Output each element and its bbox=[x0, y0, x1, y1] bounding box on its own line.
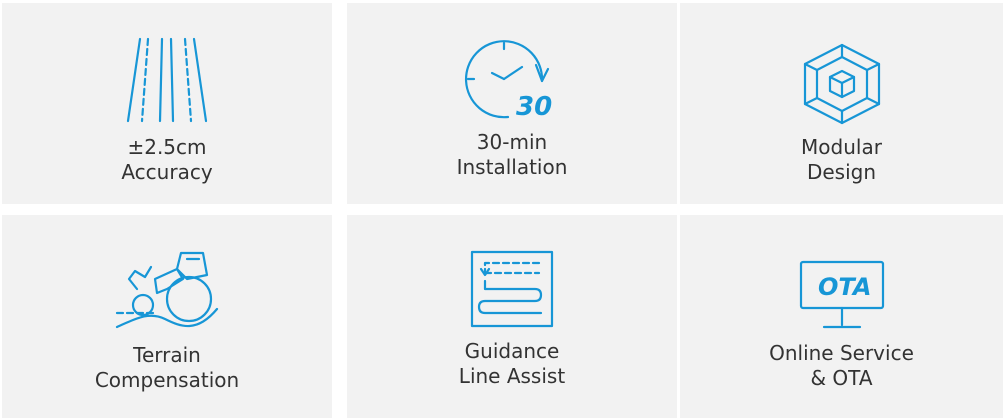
feature-label: Online Service & OTA bbox=[769, 341, 914, 390]
feature-label: ±2.5cm Accuracy bbox=[121, 135, 213, 184]
feature-card-guidance-line-assist: Guidance Line Assist bbox=[347, 215, 677, 418]
feature-card-terrain-compensation: Terrain Compensation bbox=[2, 215, 332, 418]
modular-cube-icon bbox=[801, 43, 883, 125]
feature-card-accuracy: ±2.5cm Accuracy bbox=[2, 3, 332, 204]
feature-grid: ±2.5cm Accuracy 30 30-min Installation M… bbox=[0, 0, 1003, 418]
feature-card-installation: 30 30-min Installation bbox=[347, 3, 677, 204]
ota-text: OTA bbox=[818, 273, 871, 301]
feature-card-online-service-ota: OTA Online Service & OTA bbox=[680, 215, 1003, 418]
tractor-slope-icon bbox=[115, 249, 219, 335]
timer-number: 30 bbox=[516, 92, 552, 122]
guidance-path-icon bbox=[469, 249, 555, 329]
feature-label: Modular Design bbox=[801, 135, 882, 184]
feature-label: Terrain Compensation bbox=[94, 343, 240, 392]
feature-label: Guidance Line Assist bbox=[458, 339, 566, 388]
lane-lines-icon bbox=[122, 37, 212, 123]
feature-card-modular-design: Modular Design bbox=[680, 3, 1003, 204]
ota-monitor-icon: OTA bbox=[798, 259, 886, 335]
feature-label: 30-min Installation bbox=[456, 130, 568, 179]
timer-30-icon: 30 bbox=[464, 39, 560, 122]
